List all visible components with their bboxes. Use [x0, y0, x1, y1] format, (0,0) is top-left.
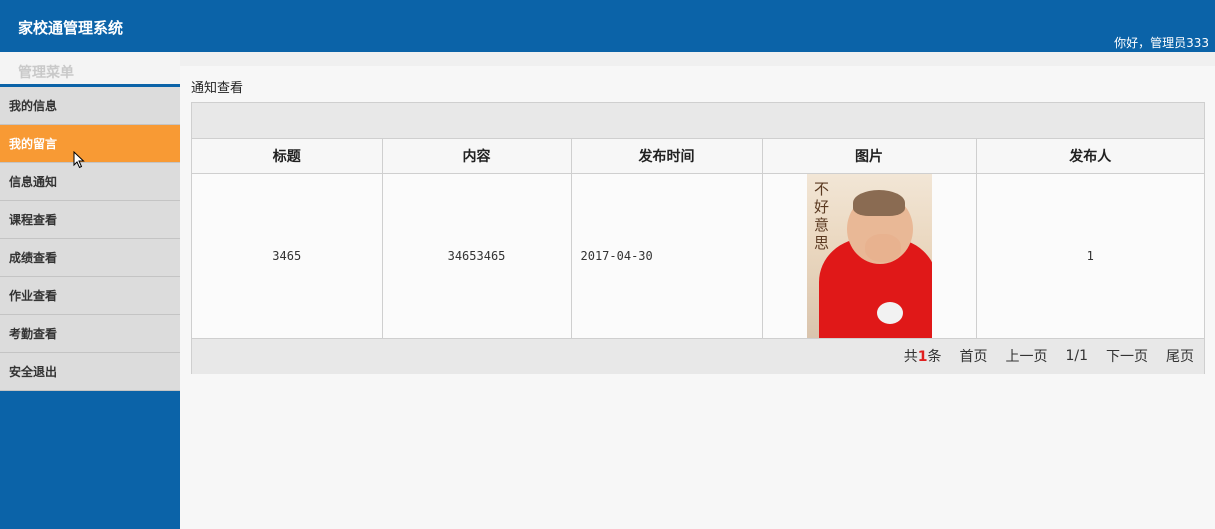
table-header-row: 标题 内容 发布时间 图片 发布人 — [192, 139, 1204, 174]
column-header-content: 内容 — [382, 139, 572, 174]
last-page-link[interactable]: 尾页 — [1166, 346, 1194, 366]
record-count: 共1条 — [904, 346, 942, 366]
sidebar-item-my-messages[interactable]: 我的留言 — [0, 125, 180, 163]
record-count-prefix: 共 — [903, 349, 918, 365]
sidebar-item-label: 考勤查看 — [9, 327, 58, 341]
sidebar-item-my-info[interactable]: 我的信息 — [0, 87, 180, 125]
mouse-cursor-icon — [73, 151, 85, 169]
first-page-link[interactable]: 首页 — [959, 346, 987, 366]
record-count-suffix: 条 — [927, 349, 942, 365]
photo-hair-shape — [852, 189, 905, 216]
main-topbar — [180, 52, 1215, 66]
cell-time: 2017-04-30 — [571, 173, 763, 338]
photo-bib-shape — [876, 301, 903, 324]
column-header-publisher: 发布人 — [976, 139, 1204, 174]
sidebar-item-label: 课程查看 — [9, 213, 58, 227]
sidebar-item-attendance[interactable]: 考勤查看 — [0, 315, 180, 353]
notice-table-panel: 标题 内容 发布时间 图片 发布人 3465 34653465 2017-04-… — [191, 102, 1205, 374]
notice-table: 标题 内容 发布时间 图片 发布人 3465 34653465 2017-04-… — [192, 139, 1204, 338]
sidebar-item-label: 作业查看 — [9, 289, 58, 303]
cell-publisher: 1 — [976, 173, 1204, 338]
sidebar-item-label: 我的留言 — [9, 137, 58, 151]
sidebar: 管理菜单 我的信息 我的留言 信息通知 课程查看 成绩查看 作业查看 考勤查看 … — [0, 52, 180, 529]
photo-caption: 不好意思 — [813, 179, 829, 252]
page-indicator: 1/1 — [1065, 348, 1088, 364]
sidebar-item-logout[interactable]: 安全退出 — [0, 353, 180, 391]
page-title: 通知查看 — [191, 81, 244, 96]
pagination-bar: 共1条 首页 上一页 1/1 下一页 尾页 — [192, 337, 1204, 374]
column-header-time: 发布时间 — [571, 139, 763, 174]
menu-header: 管理菜单 — [0, 52, 180, 87]
sidebar-item-label: 成绩查看 — [9, 251, 58, 265]
cell-content: 34653465 — [382, 173, 572, 338]
sidebar-item-label: 我的信息 — [9, 99, 58, 113]
sidebar-item-notifications[interactable]: 信息通知 — [0, 163, 180, 201]
table-row: 3465 34653465 2017-04-30 不好意思 1 — [192, 173, 1204, 338]
table-toolbar — [192, 103, 1204, 139]
next-page-link[interactable]: 下一页 — [1106, 346, 1148, 366]
cell-title: 3465 — [192, 173, 383, 338]
record-count-number: 1 — [917, 349, 928, 365]
notice-photo: 不好意思 — [806, 173, 932, 338]
menu-title: 管理菜单 — [18, 65, 74, 81]
top-header: 家校通管理系统 你好，管理员333 — [0, 0, 1215, 52]
user-greeting: 你好，管理员333 — [1114, 36, 1209, 50]
sidebar-item-courses[interactable]: 课程查看 — [0, 201, 180, 239]
photo-hand-shape — [864, 233, 901, 262]
cell-image: 不好意思 — [762, 173, 977, 338]
app-title: 家校通管理系统 — [18, 19, 124, 37]
main-content: 通知查看 标题 内容 发布时间 图片 发布人 3465 34653465 201… — [180, 52, 1215, 529]
sidebar-item-homework[interactable]: 作业查看 — [0, 277, 180, 315]
sidebar-item-label: 安全退出 — [9, 365, 58, 379]
prev-page-link[interactable]: 上一页 — [1005, 346, 1047, 366]
column-header-image: 图片 — [762, 139, 977, 174]
sidebar-item-grades[interactable]: 成绩查看 — [0, 239, 180, 277]
column-header-title: 标题 — [192, 139, 383, 174]
sidebar-item-label: 信息通知 — [9, 175, 58, 189]
